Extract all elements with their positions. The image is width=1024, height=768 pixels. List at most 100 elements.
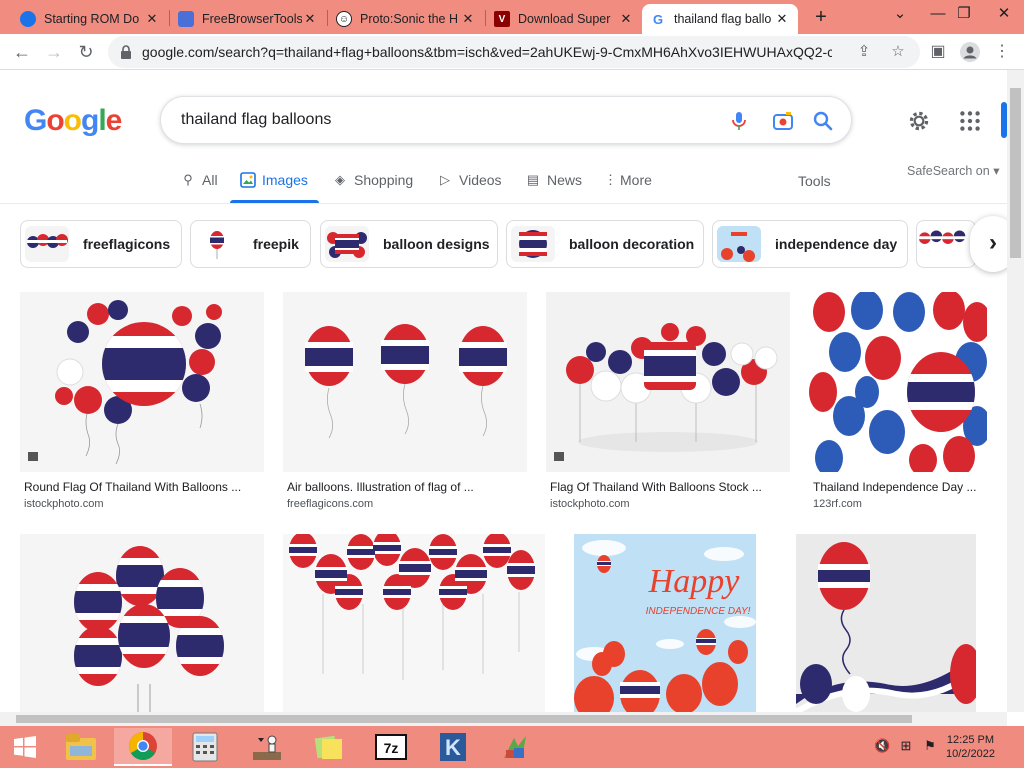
tab-search-chevron-icon[interactable]: ⌄ (880, 2, 920, 26)
tab-videos[interactable]: ▷ Videos (437, 172, 502, 188)
vertical-scrollbar-thumb[interactable] (1010, 88, 1021, 258)
result-image[interactable]: Happy INDEPENDENCE DAY! (574, 534, 756, 712)
result-source[interactable]: freeflagicons.com (287, 498, 373, 510)
result-image[interactable] (283, 534, 545, 712)
windows-taskbar: 7z K 🔇 ⊞ ⚑ 12:25 PM 10/2/2022 (0, 726, 1024, 768)
chip-freeflagicons[interactable]: freeflagicons (20, 220, 182, 268)
tag-icon: ◈ (335, 172, 345, 187)
result-image[interactable] (546, 292, 790, 472)
search-input[interactable]: thailand flag balloons (181, 111, 331, 129)
action-center-icon[interactable]: ⚑ (922, 738, 938, 754)
chip-thumbnail (25, 226, 69, 262)
chip-partial[interactable] (916, 220, 976, 268)
svg-text:K: K (445, 735, 461, 760)
result-caption[interactable]: Round Flag Of Thailand With Balloons ... (24, 480, 241, 494)
tab-close-icon[interactable]: ✕ (460, 11, 476, 27)
result-source[interactable]: istockphoto.com (24, 498, 103, 510)
chip-independence-day[interactable]: independence day (712, 220, 908, 268)
bookmark-star-icon[interactable]: ☆ (888, 42, 908, 62)
k-app-icon[interactable]: K (424, 728, 482, 766)
result-image[interactable] (20, 292, 264, 472)
tab-news[interactable]: ▤ News (525, 172, 582, 188)
tools-button[interactable]: Tools (798, 173, 831, 189)
chip-balloon-decoration[interactable]: balloon decoration (506, 220, 704, 268)
tab-close-icon[interactable]: ✕ (618, 11, 634, 27)
window-close-icon[interactable]: ✕ (984, 2, 1024, 26)
horizontal-scrollbar-thumb[interactable] (16, 715, 912, 723)
start-button[interactable] (0, 728, 50, 766)
forward-arrow-icon[interactable]: → (40, 38, 68, 66)
dropdown-arrow-icon: ▾ (993, 164, 1000, 178)
chip-freepik[interactable]: freepik (190, 220, 311, 268)
horizontal-scrollbar[interactable] (0, 712, 1007, 726)
winrar-icon[interactable] (486, 728, 544, 766)
speaker-muted-icon[interactable]: 🔇 (874, 738, 890, 754)
browser-tab-1[interactable]: Starting ROM Do ✕ (12, 4, 168, 34)
result-caption[interactable]: Thailand Independence Day ... (813, 480, 976, 494)
browser-tab-4[interactable]: V Download Super ✕ (486, 4, 642, 34)
more-vert-icon: ⋮ (604, 172, 617, 187)
address-bar[interactable]: google.com/search?q=thailand+flag+balloo… (108, 36, 920, 68)
apps-grid-icon[interactable] (957, 108, 983, 134)
camera-lens-icon[interactable] (771, 109, 795, 133)
url-text[interactable]: google.com/search?q=thailand+flag+balloo… (142, 44, 832, 60)
microphone-icon[interactable] (727, 109, 751, 133)
image-icon (240, 172, 256, 188)
tab-title: FreeBrowserTools (202, 12, 302, 26)
chip-thumbnail (325, 226, 369, 262)
tab-more[interactable]: ⋮ More (604, 172, 652, 188)
result-source[interactable]: istockphoto.com (550, 498, 629, 510)
calculator-icon[interactable] (176, 728, 234, 766)
tab-label: Videos (459, 172, 502, 188)
new-tab-button[interactable]: + (808, 6, 834, 30)
chip-thumbnail (195, 226, 239, 262)
result-image[interactable] (809, 292, 987, 472)
share-icon[interactable]: ⇪ (854, 42, 874, 62)
restore-icon[interactable]: ❐ (944, 2, 984, 26)
tab-close-icon[interactable]: ✕ (144, 11, 160, 27)
tab-title: thailand flag ballo (674, 12, 772, 26)
tab-all[interactable]: ⚲ All (180, 172, 217, 188)
search-icon: ⚲ (183, 172, 193, 187)
play-icon: ▷ (440, 172, 450, 187)
search-icon[interactable] (811, 109, 835, 133)
7zip-icon[interactable]: 7z (362, 728, 420, 766)
profile-avatar-icon[interactable] (956, 38, 984, 66)
result-caption[interactable]: Flag Of Thailand With Balloons Stock ... (550, 480, 762, 494)
file-explorer-icon[interactable] (52, 728, 110, 766)
chip-label: balloon designs (383, 236, 490, 252)
tab-label: Shopping (354, 172, 414, 188)
back-arrow-icon[interactable]: ← (8, 38, 36, 66)
result-image[interactable] (796, 534, 976, 712)
clock-date: 10/2/2022 (946, 748, 995, 760)
vertical-scrollbar[interactable] (1007, 70, 1024, 712)
chess-icon[interactable] (238, 728, 296, 766)
tab-shopping[interactable]: ◈ Shopping (332, 172, 413, 188)
system-clock[interactable]: 12:25 PM 10/2/2022 (946, 733, 995, 761)
sticky-notes-icon[interactable] (300, 728, 358, 766)
result-source[interactable]: 123rf.com (813, 498, 862, 510)
browser-tab-5-active[interactable]: G thailand flag ballo ✕ (642, 4, 798, 34)
safesearch-toggle[interactable]: SafeSearch on ▾ (907, 163, 999, 178)
chrome-icon (20, 11, 36, 27)
browser-tab-2[interactable]: FreeBrowserTools ✕ (170, 4, 326, 34)
tab-label: Images (262, 172, 308, 188)
search-box[interactable]: thailand flag balloons (160, 96, 852, 144)
google-logo[interactable]: Google (24, 104, 122, 138)
chip-label: freeflagicons (83, 236, 171, 252)
browser-tab-3[interactable]: ☺ Proto:Sonic the H ✕ (328, 4, 484, 34)
chrome-icon[interactable] (114, 728, 172, 766)
reload-icon[interactable]: ↻ (72, 38, 100, 66)
result-image[interactable] (20, 534, 264, 712)
chip-balloon-designs[interactable]: balloon designs (320, 220, 498, 268)
independence-day-text: INDEPENDENCE DAY! (646, 606, 751, 617)
result-caption[interactable]: Air balloons. Illustration of flag of ..… (287, 480, 474, 494)
network-icon[interactable]: ⊞ (898, 738, 914, 754)
browser-menu-icon[interactable]: ⋮ (988, 38, 1016, 66)
side-panel-icon[interactable]: ▣ (924, 38, 952, 66)
result-image[interactable] (283, 292, 527, 472)
settings-gear-icon[interactable] (906, 108, 932, 134)
tab-close-icon[interactable]: ✕ (774, 11, 790, 27)
tab-images[interactable]: Images (240, 172, 308, 188)
tab-close-icon[interactable]: ✕ (302, 11, 318, 27)
